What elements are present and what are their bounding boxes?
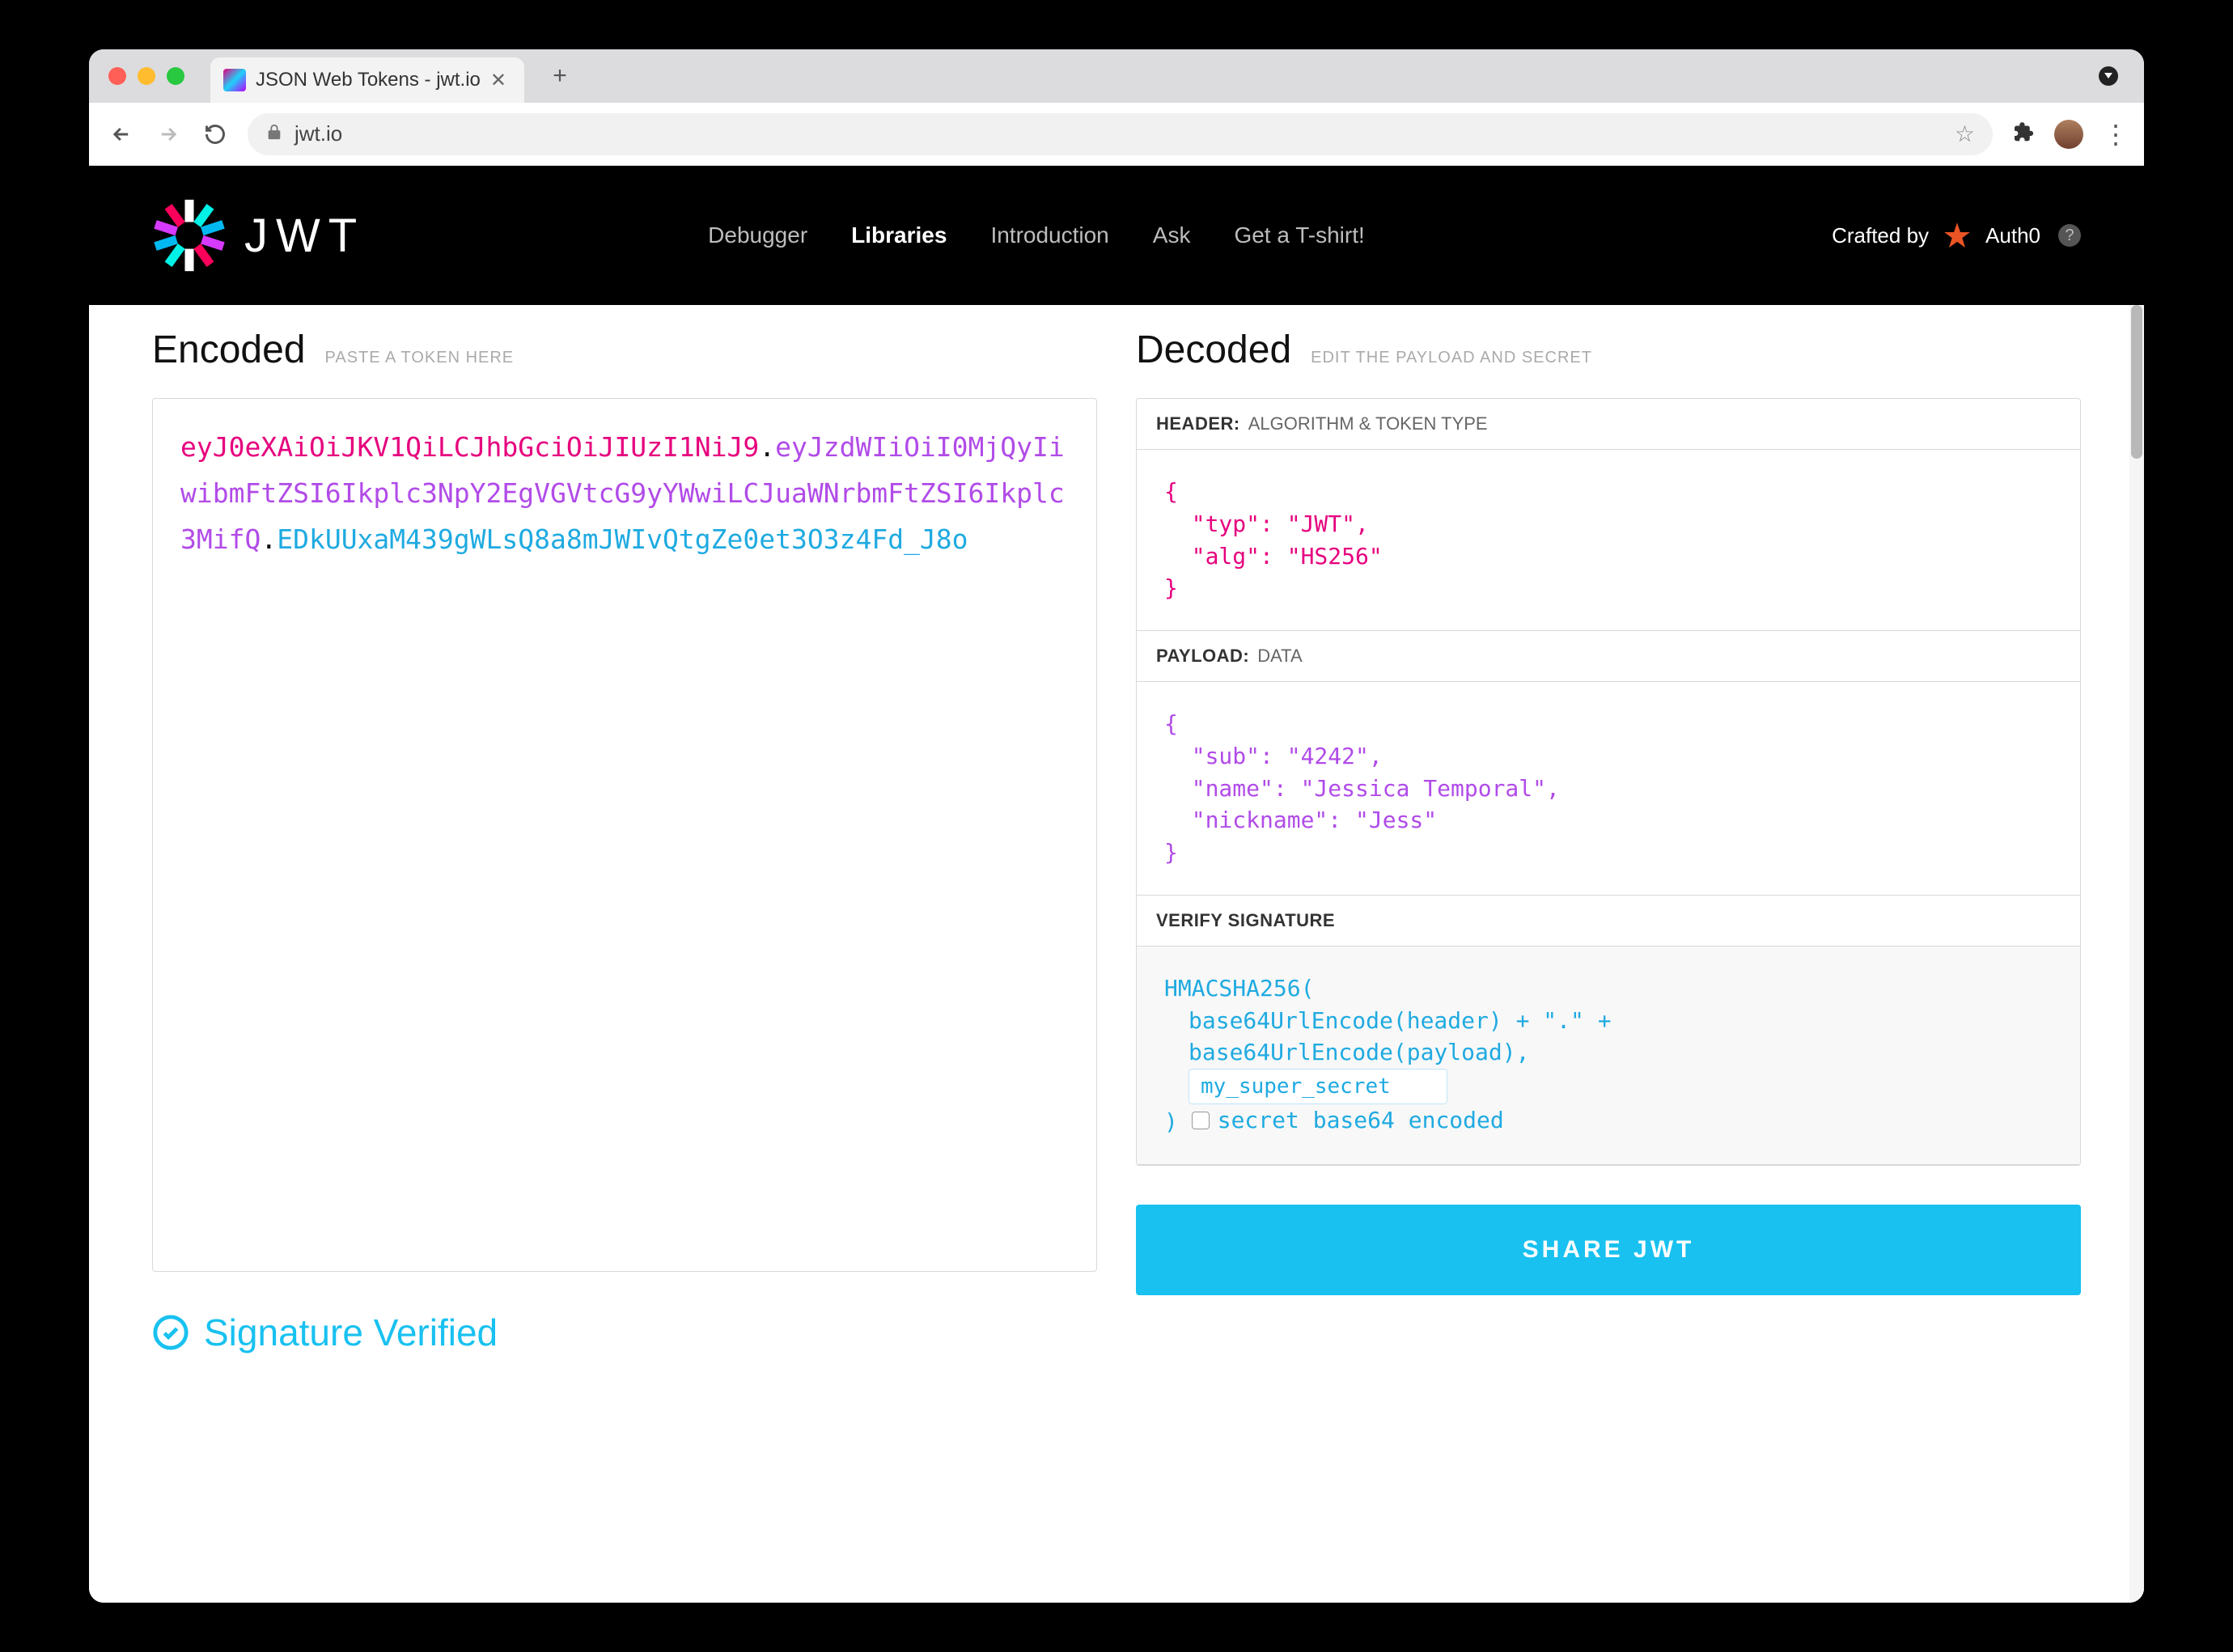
browser-tab[interactable]: JSON Web Tokens - jwt.io ✕ xyxy=(210,57,524,103)
sig-fn: HMACSHA256( xyxy=(1164,972,2053,1005)
decoded-header-json[interactable]: { "typ": "JWT", "alg": "HS256" } xyxy=(1137,450,2080,631)
signature-verified-badge: Signature Verified xyxy=(152,1311,498,1354)
incognito-icon[interactable] xyxy=(2099,66,2118,86)
site-header: JWT Debugger Libraries Introduction Ask … xyxy=(89,166,2144,305)
sig-line-2: base64UrlEncode(payload), xyxy=(1164,1036,2053,1069)
check-circle-icon xyxy=(152,1314,189,1351)
nav-debugger[interactable]: Debugger xyxy=(708,222,807,248)
decoded-panels: HEADER: ALGORITHM & TOKEN TYPE { "typ": … xyxy=(1136,398,2081,1166)
bookmark-star-icon[interactable]: ☆ xyxy=(1955,121,1975,147)
url-text: jwt.io xyxy=(294,121,342,146)
window-titlebar: JSON Web Tokens - jwt.io ✕ + xyxy=(89,49,2144,103)
extensions-icon[interactable] xyxy=(2011,120,2035,148)
share-jwt-button[interactable]: SHARE JWT xyxy=(1136,1205,2081,1295)
decoded-payload-label: PAYLOAD: DATA xyxy=(1137,631,2080,682)
crafted-by-label: Crafted by xyxy=(1832,223,1929,248)
decoded-payload-json[interactable]: { "sub": "4242", "name": "Jessica Tempor… xyxy=(1137,682,2080,896)
secret-input[interactable] xyxy=(1189,1069,1447,1104)
new-tab-button[interactable]: + xyxy=(544,60,576,92)
address-bar: jwt.io ☆ ⋮ xyxy=(89,103,2144,166)
encoded-token-input[interactable]: eyJ0eXAiOiJKV1QiLCJhbGciOiJIUzI1NiJ9.eyJ… xyxy=(152,398,1097,1272)
secret-base64-toggle[interactable]: secret base64 encoded xyxy=(1192,1104,1504,1137)
minimize-window-button[interactable] xyxy=(138,67,155,85)
jwt-logo-icon xyxy=(152,198,227,273)
back-button[interactable] xyxy=(107,120,136,149)
tab-close-icon[interactable]: ✕ xyxy=(490,69,506,92)
url-field[interactable]: jwt.io ☆ xyxy=(248,113,1993,155)
encoded-title: Encoded xyxy=(152,328,306,372)
lock-icon xyxy=(265,121,283,146)
verify-signature-label: VERIFY SIGNATURE xyxy=(1137,896,2080,947)
scrollbar[interactable] xyxy=(2129,305,2144,1603)
token-signature-segment: EDkUUxaM439gWLsQ8a8mJWIvQtgZe0et3O3z4Fd_… xyxy=(277,523,968,555)
forward-button[interactable] xyxy=(154,120,183,149)
decoded-header-label: HEADER: ALGORITHM & TOKEN TYPE xyxy=(1137,399,2080,450)
chrome-menu-icon[interactable]: ⋮ xyxy=(2103,119,2126,150)
decoded-column: Decoded EDIT THE PAYLOAD AND SECRET HEAD… xyxy=(1136,328,2081,1570)
sig-line-1: base64UrlEncode(header) + "." + xyxy=(1164,1005,2053,1037)
crafted-by[interactable]: Crafted by Auth0 ? xyxy=(1832,220,2081,251)
browser-window: JSON Web Tokens - jwt.io ✕ + jwt.io ☆ xyxy=(89,49,2144,1603)
auth0-label: Auth0 xyxy=(1985,223,2040,248)
jwt-logo[interactable]: JWT xyxy=(152,198,365,273)
reload-button[interactable] xyxy=(201,120,230,149)
checkbox-icon[interactable] xyxy=(1192,1112,1210,1129)
close-window-button[interactable] xyxy=(108,67,126,85)
encoded-subtitle: PASTE A TOKEN HERE xyxy=(325,349,515,367)
secret-base64-label: secret base64 encoded xyxy=(1218,1104,1504,1137)
signature-verified-label: Signature Verified xyxy=(204,1311,498,1354)
profile-avatar[interactable] xyxy=(2054,120,2083,149)
sig-close: ) xyxy=(1164,1108,1178,1135)
tab-title: JSON Web Tokens - jwt.io xyxy=(256,69,481,91)
main-nav: Debugger Libraries Introduction Ask Get … xyxy=(708,222,1365,248)
maximize-window-button[interactable] xyxy=(167,67,184,85)
nav-introduction[interactable]: Introduction xyxy=(990,222,1108,248)
decoded-subtitle: EDIT THE PAYLOAD AND SECRET xyxy=(1311,349,1592,367)
tab-favicon xyxy=(223,69,246,91)
main-content: Encoded PASTE A TOKEN HERE eyJ0eXAiOiJKV… xyxy=(89,305,2144,1603)
nav-tshirt[interactable]: Get a T-shirt! xyxy=(1234,222,1364,248)
nav-libraries[interactable]: Libraries xyxy=(851,222,947,248)
verify-signature-panel: HMACSHA256( base64UrlEncode(header) + ".… xyxy=(1137,947,2080,1165)
scrollbar-thumb[interactable] xyxy=(2131,305,2142,459)
token-header-segment: eyJ0eXAiOiJKV1QiLCJhbGciOiJIUzI1NiJ9 xyxy=(180,431,759,463)
decoded-title: Decoded xyxy=(1136,328,1291,372)
auth0-icon xyxy=(1942,220,1972,251)
nav-ask[interactable]: Ask xyxy=(1153,222,1191,248)
window-controls xyxy=(108,67,184,85)
jwt-logo-text: JWT xyxy=(244,209,365,263)
help-icon[interactable]: ? xyxy=(2058,224,2081,247)
encoded-column: Encoded PASTE A TOKEN HERE eyJ0eXAiOiJKV… xyxy=(152,328,1097,1570)
